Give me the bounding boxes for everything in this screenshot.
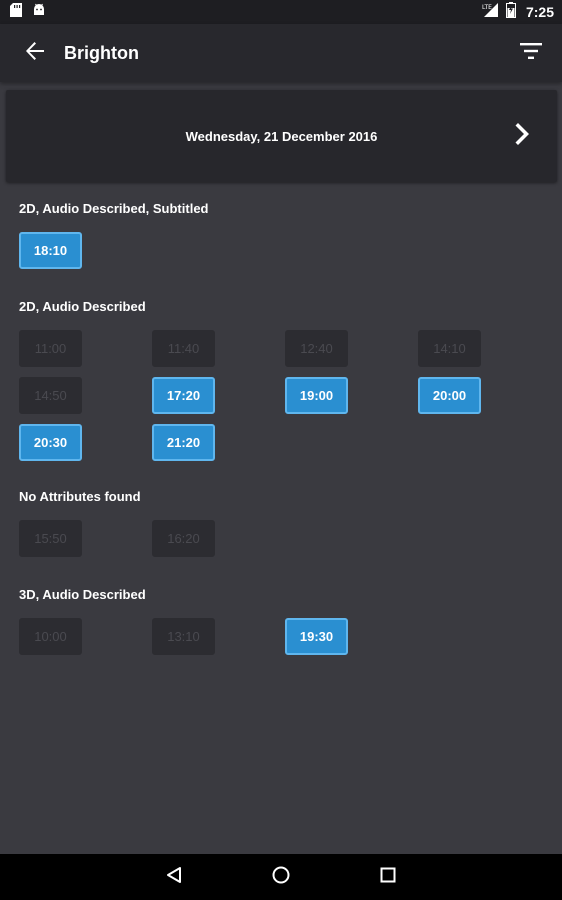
- showtime-section: 2D, Audio Described, Subtitled 18:10: [19, 201, 549, 269]
- showtime-button[interactable]: 18:10: [19, 232, 82, 269]
- chevron-right-icon: [515, 122, 531, 151]
- date-selector: Wednesday, 21 December 2016: [6, 90, 557, 182]
- showtime-button-disabled: 12:40: [285, 330, 348, 367]
- showtime-section: 3D, Audio Described 10:00 13:10 19:30: [19, 587, 549, 655]
- section-title: 2D, Audio Described, Subtitled: [19, 201, 209, 216]
- next-date-button[interactable]: [509, 121, 537, 151]
- android-icon: [32, 3, 46, 22]
- app-bar: Brighton: [0, 24, 562, 82]
- showtime-button-disabled: 16:20: [152, 520, 215, 557]
- showtime-button[interactable]: 21:20: [152, 424, 215, 461]
- showtime-button[interactable]: 19:00: [285, 377, 348, 414]
- showtime-button-disabled: 11:00: [19, 330, 82, 367]
- showtime-button[interactable]: 19:30: [285, 618, 348, 655]
- section-title: No Attributes found: [19, 489, 141, 504]
- home-circle-icon: [271, 865, 291, 890]
- back-button[interactable]: [10, 28, 60, 78]
- section-title: 3D, Audio Described: [19, 587, 146, 602]
- sd-card-icon: [10, 2, 22, 22]
- section-title: 2D, Audio Described: [19, 299, 146, 314]
- page-title: Brighton: [64, 42, 139, 63]
- showtime-list: 15:50 16:20: [19, 520, 549, 557]
- showtime-button-disabled: 14:10: [418, 330, 481, 367]
- selected-date: Wednesday, 21 December 2016: [185, 128, 378, 144]
- showtime-button[interactable]: 20:00: [418, 377, 481, 414]
- showtime-button-disabled: 11:40: [152, 330, 215, 367]
- showtime-button-disabled: 10:00: [19, 618, 82, 655]
- nav-back-button[interactable]: [154, 857, 194, 897]
- signal-icon: LTE: [482, 2, 500, 23]
- showtime-section: No Attributes found 15:50 16:20: [19, 489, 549, 557]
- showtime-button-disabled: 15:50: [19, 520, 82, 557]
- nav-recents-button[interactable]: [368, 857, 408, 897]
- showtime-list: 18:10: [19, 232, 549, 269]
- network-label: LTE: [482, 4, 492, 11]
- arrow-back-icon: [25, 41, 45, 66]
- system-nav-bar: [0, 854, 562, 900]
- status-time: 7:25: [525, 4, 554, 20]
- showtime-list: 10:00 13:10 19:30: [19, 618, 549, 655]
- showtime-button-disabled: 13:10: [152, 618, 215, 655]
- battery-icon: [505, 1, 516, 23]
- filter-icon: [520, 42, 542, 64]
- showtime-button-disabled: 14:50: [19, 377, 82, 414]
- back-triangle-icon: [165, 866, 183, 889]
- showtime-button[interactable]: 17:20: [152, 377, 215, 414]
- showtime-button[interactable]: 20:30: [19, 424, 82, 461]
- showtime-section: 2D, Audio Described 11:00 11:40 12:40 14:10…: [19, 299, 549, 461]
- status-bar: LTE 7:25: [0, 0, 562, 24]
- showtime-list: 11:00 11:40 12:40 14:10 14:50 17:20 19:00 20:00…: [19, 330, 549, 461]
- recents-square-icon: [379, 866, 397, 889]
- nav-home-button[interactable]: [261, 857, 301, 897]
- filter-button[interactable]: [506, 28, 556, 78]
